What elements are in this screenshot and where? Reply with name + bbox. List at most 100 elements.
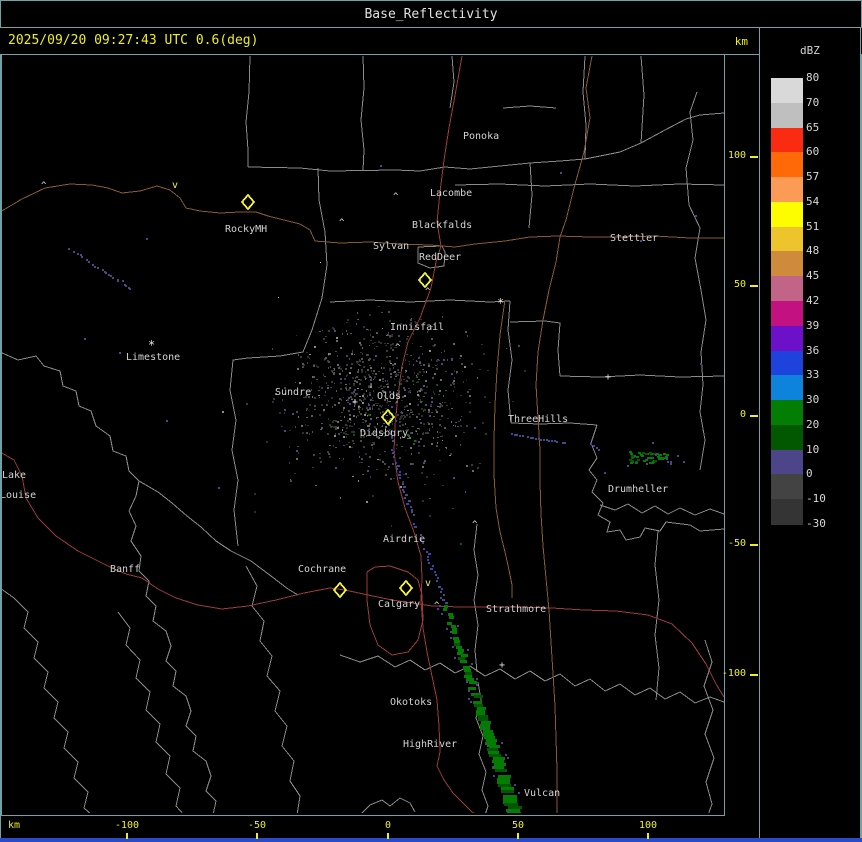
clutter-echo-pixel bbox=[345, 384, 347, 385]
clutter-echo-pixel bbox=[373, 390, 374, 392]
clutter-echo-pixel bbox=[396, 448, 397, 449]
nw-echo-pixel bbox=[112, 277, 114, 279]
east-echo-pixel bbox=[631, 455, 634, 457]
clutter-echo-pixel bbox=[464, 366, 466, 368]
clutter-echo-pixel bbox=[359, 360, 361, 362]
clutter-echo-pixel bbox=[378, 387, 380, 388]
clutter-echo-pixel bbox=[469, 389, 471, 390]
clutter-echo-pixel bbox=[367, 369, 369, 371]
city-label: Sylvan bbox=[373, 241, 409, 252]
clutter-echo-pixel bbox=[353, 415, 355, 417]
clutter-echo-pixel bbox=[381, 312, 383, 313]
clutter-echo-pixel bbox=[368, 404, 370, 406]
clutter-echo-pixel bbox=[460, 425, 462, 427]
clutter-echo-pixel bbox=[306, 408, 308, 410]
clutter-echo-pixel bbox=[423, 364, 425, 366]
clutter-echo-pixel bbox=[487, 370, 489, 371]
clutter-echo-pixel bbox=[317, 366, 319, 368]
clutter-echo-pixel bbox=[408, 361, 410, 362]
clutter-echo-pixel bbox=[361, 358, 363, 360]
clutter-echo-pixel bbox=[334, 404, 336, 406]
clutter-echo-pixel bbox=[222, 411, 224, 413]
clutter-echo-pixel bbox=[295, 382, 296, 383]
clutter-echo-pixel bbox=[312, 467, 314, 468]
clutter-echo-pixel bbox=[369, 423, 371, 425]
bottom-axis-tick bbox=[387, 833, 389, 839]
color-scale-swatch bbox=[771, 301, 803, 327]
radar-map-viewport[interactable]: Ponoka Lacombe Blackfalds Sylvan RedDeer Stet… bbox=[1, 54, 725, 816]
clutter-echo-pixel bbox=[368, 466, 370, 467]
clutter-echo-pixel bbox=[386, 356, 388, 358]
clutter-echo-pixel bbox=[324, 358, 326, 360]
clutter-echo-pixel bbox=[362, 395, 364, 397]
clutter-echo-pixel bbox=[396, 444, 398, 446]
streak-echo-pixel bbox=[442, 599, 445, 601]
caret-marker-icon: ^ bbox=[434, 601, 440, 611]
scan-timestamp: 2025/09/20 09:27:43 UTC 0.6(deg) bbox=[8, 33, 259, 48]
color-scale-swatch bbox=[771, 102, 803, 129]
streak-echo-pixel bbox=[497, 778, 510, 781]
clutter-echo-pixel bbox=[349, 387, 351, 389]
clutter-echo-pixel bbox=[404, 389, 406, 391]
streak-echo-pixel bbox=[399, 471, 401, 473]
clutter-echo-pixel bbox=[382, 461, 384, 463]
clutter-echo-pixel bbox=[423, 371, 425, 373]
clutter-echo-pixel bbox=[434, 373, 436, 375]
clutter-echo-pixel bbox=[377, 423, 378, 425]
clutter-echo-pixel bbox=[349, 425, 351, 427]
clutter-echo-pixel bbox=[381, 406, 382, 408]
clutter-echo-pixel bbox=[309, 433, 310, 435]
color-scale-swatch bbox=[771, 276, 803, 302]
clutter-echo-pixel bbox=[376, 469, 378, 470]
clutter-echo-pixel bbox=[369, 408, 371, 410]
county-boundary-line bbox=[245, 565, 301, 813]
streak-echo-pixel bbox=[507, 757, 509, 759]
radar-map-canvas[interactable]: Ponoka Lacombe BlackfaldsSylvan RedDeer Stet… bbox=[2, 55, 724, 813]
clutter-echo-pixel bbox=[319, 386, 320, 388]
clutter-echo-pixel bbox=[361, 458, 363, 460]
clutter-echo-pixel bbox=[489, 402, 491, 403]
city-label: Didsbury bbox=[360, 428, 408, 439]
streak-echo-pixel bbox=[503, 798, 517, 801]
clutter-echo-pixel bbox=[347, 402, 349, 403]
streak-echo-pixel bbox=[454, 643, 460, 646]
streak-echo-pixel bbox=[503, 795, 517, 798]
clutter-echo-pixel bbox=[356, 376, 358, 378]
clutter-echo-pixel bbox=[377, 403, 379, 404]
clutter-echo-pixel bbox=[350, 333, 352, 334]
clutter-echo-pixel bbox=[436, 384, 438, 386]
clutter-echo-pixel bbox=[312, 431, 313, 433]
clutter-echo-pixel bbox=[358, 379, 360, 380]
bottom-axis-label: 100 bbox=[638, 820, 658, 831]
streak-echo-pixel bbox=[476, 678, 478, 680]
clutter-echo-pixel bbox=[433, 437, 434, 439]
clutter-echo-pixel bbox=[345, 431, 347, 432]
clutter-echo-pixel bbox=[376, 346, 378, 347]
clutter-echo-pixel bbox=[319, 331, 321, 332]
clutter-echo-pixel bbox=[346, 388, 347, 390]
clutter-echo-pixel bbox=[411, 426, 412, 427]
clutter-echo-pixel bbox=[402, 481, 404, 483]
clutter-echo-pixel bbox=[359, 342, 361, 344]
east-echo-pixel bbox=[655, 454, 657, 456]
clutter-echo-pixel bbox=[372, 336, 374, 338]
east-echo-pixel bbox=[670, 463, 672, 465]
clutter-echo-pixel bbox=[342, 427, 344, 428]
clutter-echo-pixel bbox=[309, 404, 311, 406]
clutter-echo-pixel bbox=[454, 370, 455, 372]
clutter-echo-pixel bbox=[378, 371, 380, 372]
clutter-echo-pixel bbox=[328, 453, 330, 455]
clutter-echo-pixel bbox=[369, 392, 371, 394]
clutter-echo-pixel bbox=[444, 350, 445, 352]
right-axis-label: 0 bbox=[739, 409, 746, 420]
clutter-echo-pixel bbox=[429, 498, 431, 499]
clutter-echo-pixel bbox=[364, 414, 366, 416]
county-boundary-line bbox=[2, 588, 91, 813]
bottom-axis-tick bbox=[256, 833, 258, 839]
county-boundary-line bbox=[454, 183, 724, 187]
county-boundary-line bbox=[528, 162, 533, 229]
streak-echo-pixel bbox=[487, 745, 489, 747]
clutter-echo-pixel bbox=[440, 436, 442, 437]
clutter-echo-pixel bbox=[362, 347, 363, 349]
clutter-echo-pixel bbox=[391, 406, 393, 408]
